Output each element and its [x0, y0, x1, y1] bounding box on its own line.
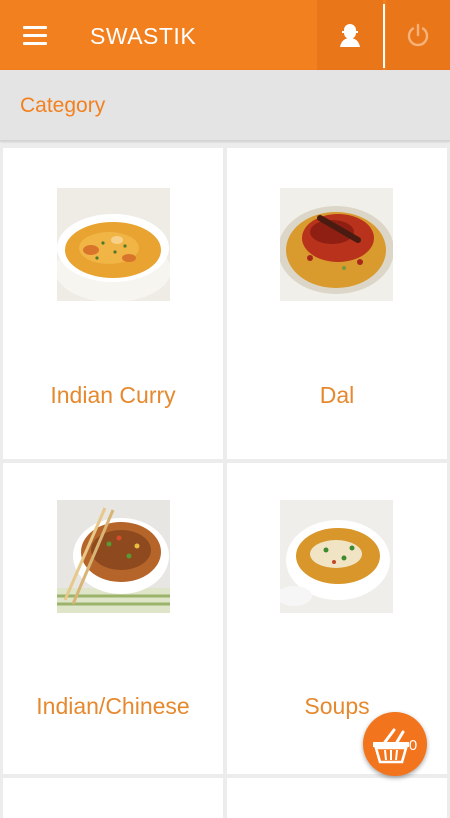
category-card-indian-chinese[interactable]: Indian/Chinese [3, 463, 223, 774]
user-icon [340, 24, 360, 47]
category-card-partial[interactable] [3, 778, 223, 818]
power-icon [407, 23, 429, 47]
category-header: Category [0, 70, 450, 141]
soups-image [280, 500, 393, 613]
category-label: Dal [319, 382, 355, 408]
user-button[interactable] [317, 0, 383, 70]
indian-curry-image [57, 188, 170, 301]
category-label: Indian Curry [50, 382, 176, 408]
dal-image [280, 188, 393, 301]
app-bar: SWASTIK [0, 0, 450, 70]
category-card-dal[interactable]: Dal [227, 148, 447, 459]
cart-count-badge: 0 [408, 737, 418, 754]
appbar-divider [383, 4, 385, 68]
power-button[interactable] [386, 0, 450, 70]
category-card-indian-curry[interactable]: Indian Curry [3, 148, 223, 459]
category-label: Indian/Chinese [36, 693, 190, 719]
page-title: Category [20, 94, 106, 117]
indian-chinese-image [57, 500, 170, 613]
hamburger-menu-icon[interactable] [14, 20, 56, 52]
app-title: SWASTIK [90, 23, 197, 49]
category-card-partial[interactable] [227, 778, 447, 818]
category-grid: Indian Curry Dal Indian/Chinese Soups [0, 144, 450, 818]
